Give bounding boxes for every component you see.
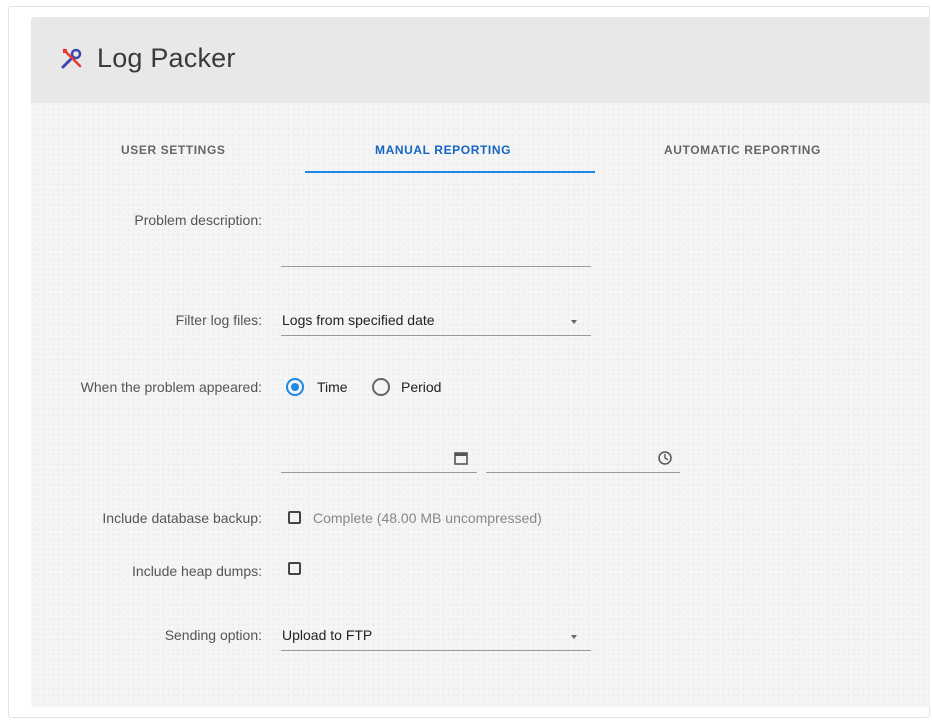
chevron-down-icon[interactable] [571,635,577,639]
database-backup-label: Include database backup: [102,510,262,526]
problem-appeared-label: When the problem appeared: [80,379,262,395]
tab-manual-reporting[interactable]: MANUAL REPORTING [375,143,511,181]
filter-log-files-underline [281,335,591,336]
database-backup-option-label[interactable]: Complete (48.00 MB uncompressed) [313,510,542,526]
time-underline [486,472,680,473]
radio-time[interactable] [286,378,304,396]
date-input[interactable] [281,445,477,471]
active-tab-indicator [305,171,595,173]
app-title: Log Packer [97,43,236,73]
radio-period-label[interactable]: Period [401,379,441,395]
time-input[interactable] [486,445,680,471]
heap-dumps-checkbox[interactable] [288,562,301,575]
heap-dumps-label: Include heap dumps: [132,563,262,579]
database-backup-checkbox[interactable] [288,511,301,524]
app-header: Log Packer [31,17,930,103]
sending-option-select[interactable]: Upload to FTP [282,627,372,643]
radio-time-label[interactable]: Time [317,379,348,395]
date-underline [281,472,477,473]
sending-option-label: Sending option: [164,627,262,643]
filter-log-files-label: Filter log files: [175,312,262,328]
tab-user-settings[interactable]: USER SETTINGS [121,143,225,181]
chevron-down-icon[interactable] [571,320,577,324]
problem-description-label: Problem description: [134,212,262,228]
log-packer-panel: Log Packer USER SETTINGS MANUAL REPORTIN… [31,17,930,707]
tab-bar: USER SETTINGS MANUAL REPORTING AUTOMATIC… [31,137,930,177]
sending-option-underline [281,650,591,651]
radio-period[interactable] [372,378,390,396]
problem-description-input[interactable] [281,217,591,267]
tools-icon [59,45,85,71]
clock-icon[interactable] [657,450,673,466]
filter-log-files-select[interactable]: Logs from specified date [282,312,435,328]
problem-description-underline [281,266,591,267]
tab-automatic-reporting[interactable]: AUTOMATIC REPORTING [664,143,821,181]
calendar-icon[interactable] [453,450,469,466]
